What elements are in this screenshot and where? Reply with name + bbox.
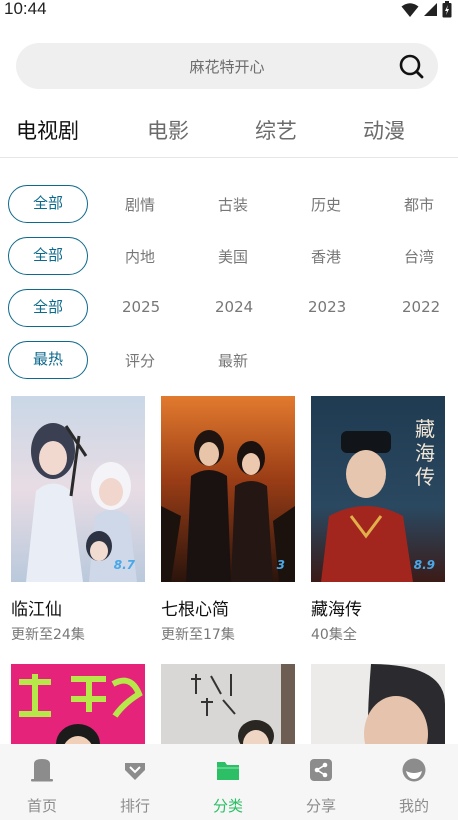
svg-text:传: 传 <box>415 465 435 489</box>
filter-option[interactable]: 历史 <box>311 194 341 215</box>
battery-icon <box>442 1 452 18</box>
status-time: 10:44 <box>4 0 47 18</box>
poster-image <box>161 664 295 744</box>
poster-image <box>161 396 295 582</box>
show-title: 临江仙 <box>11 600 62 620</box>
show-poster[interactable] <box>311 664 445 744</box>
show-card[interactable]: 3 七根心简 更新至17集 <box>161 396 295 646</box>
filter-option[interactable]: 古装 <box>218 194 248 215</box>
filter-option[interactable]: 都市 <box>404 194 434 215</box>
filter-row-region: 全部 内地 美国 香港 台湾 <box>0 237 458 277</box>
tab-movies[interactable]: 电影 <box>147 115 189 145</box>
tab-tv-series[interactable]: 电视剧 <box>16 115 79 145</box>
show-card[interactable]: 8.7 临江仙 更新至24集 <box>11 396 145 646</box>
svg-text:藏: 藏 <box>415 417 435 441</box>
poster-image <box>11 664 145 744</box>
nav-share[interactable]: 分享 <box>275 744 367 820</box>
poster-image <box>11 396 145 582</box>
nav-label: 我的 <box>398 797 429 815</box>
filter-option[interactable]: 评分 <box>125 350 155 371</box>
nav-ranking[interactable]: 排行 <box>89 744 181 820</box>
nav-label: 首页 <box>26 797 57 815</box>
filter-option[interactable]: 内地 <box>125 246 155 267</box>
nav-label: 排行 <box>119 797 150 815</box>
show-poster[interactable]: 8.7 <box>11 396 145 582</box>
show-card[interactable] <box>161 664 295 744</box>
show-title: 藏海传 <box>311 600 362 620</box>
tab-anime[interactable]: 动漫 <box>363 115 405 145</box>
filter-row-genre: 全部 剧情 古装 历史 都市 <box>0 185 458 225</box>
svg-text:海: 海 <box>415 441 435 465</box>
nav-home[interactable]: 首页 <box>0 744 88 820</box>
nav-label: 分类 <box>212 797 243 815</box>
show-episodes: 40集全 <box>311 627 357 643</box>
show-poster[interactable] <box>11 664 145 744</box>
filter-region-all[interactable]: 全部 <box>8 237 88 275</box>
folder-icon <box>217 762 239 780</box>
rating-badge: 3 <box>276 558 285 572</box>
show-title: 七根心简 <box>161 600 229 620</box>
wifi-icon <box>401 2 419 17</box>
category-tabs: 电视剧 电影 综艺 动漫 <box>0 100 458 158</box>
profile-icon <box>402 758 426 782</box>
rating-badge: 8.9 <box>413 558 435 572</box>
filter-row-sort: 最热 评分 最新 <box>0 341 458 381</box>
show-episodes: 更新至17集 <box>161 627 235 643</box>
nav-profile[interactable]: 我的 <box>368 744 458 820</box>
filter-sort-hottest[interactable]: 最热 <box>8 341 88 379</box>
tab-variety[interactable]: 综艺 <box>255 115 297 145</box>
show-card[interactable] <box>11 664 145 744</box>
status-bar: 10:44 <box>0 0 458 22</box>
ranking-icon <box>125 763 145 780</box>
nav-category[interactable]: 分类 <box>182 744 274 820</box>
filter-option[interactable]: 2024 <box>215 298 253 316</box>
filter-option[interactable]: 2025 <box>122 298 160 316</box>
show-poster[interactable]: 3 <box>161 396 295 582</box>
share-icon <box>310 759 332 781</box>
show-card[interactable] <box>311 664 445 744</box>
rating-badge: 8.7 <box>113 558 135 572</box>
filter-option[interactable]: 美国 <box>218 246 248 267</box>
show-episodes: 更新至24集 <box>11 627 85 643</box>
show-poster[interactable] <box>161 664 295 744</box>
filter-row-year: 全部 2025 2024 2023 2022 <box>0 289 458 329</box>
filter-option[interactable]: 最新 <box>218 350 248 371</box>
bottom-nav: 首页 排行 分类 分享 我的 <box>0 744 458 820</box>
filter-option[interactable]: 剧情 <box>125 194 155 215</box>
show-card[interactable]: 藏 海 传 8.9 藏海传 40集全 <box>311 396 445 646</box>
search-bar[interactable]: 麻花特开心 <box>16 43 438 89</box>
poster-image: 藏 海 传 <box>311 396 445 582</box>
show-poster[interactable]: 藏 海 传 8.9 <box>311 396 445 582</box>
filter-genre-all[interactable]: 全部 <box>8 185 88 223</box>
search-icon[interactable] <box>398 53 424 79</box>
signal-icon <box>424 3 437 16</box>
filter-option[interactable]: 2022 <box>402 298 440 316</box>
filter-option[interactable]: 台湾 <box>404 246 434 267</box>
filter-year-all[interactable]: 全部 <box>8 289 88 327</box>
home-icon <box>31 759 53 782</box>
status-icons <box>401 1 452 18</box>
filter-option[interactable]: 香港 <box>311 246 341 267</box>
nav-label: 分享 <box>305 797 336 815</box>
filter-option[interactable]: 2023 <box>308 298 346 316</box>
poster-image <box>311 664 445 744</box>
search-hint: 麻花特开心 <box>189 58 265 76</box>
